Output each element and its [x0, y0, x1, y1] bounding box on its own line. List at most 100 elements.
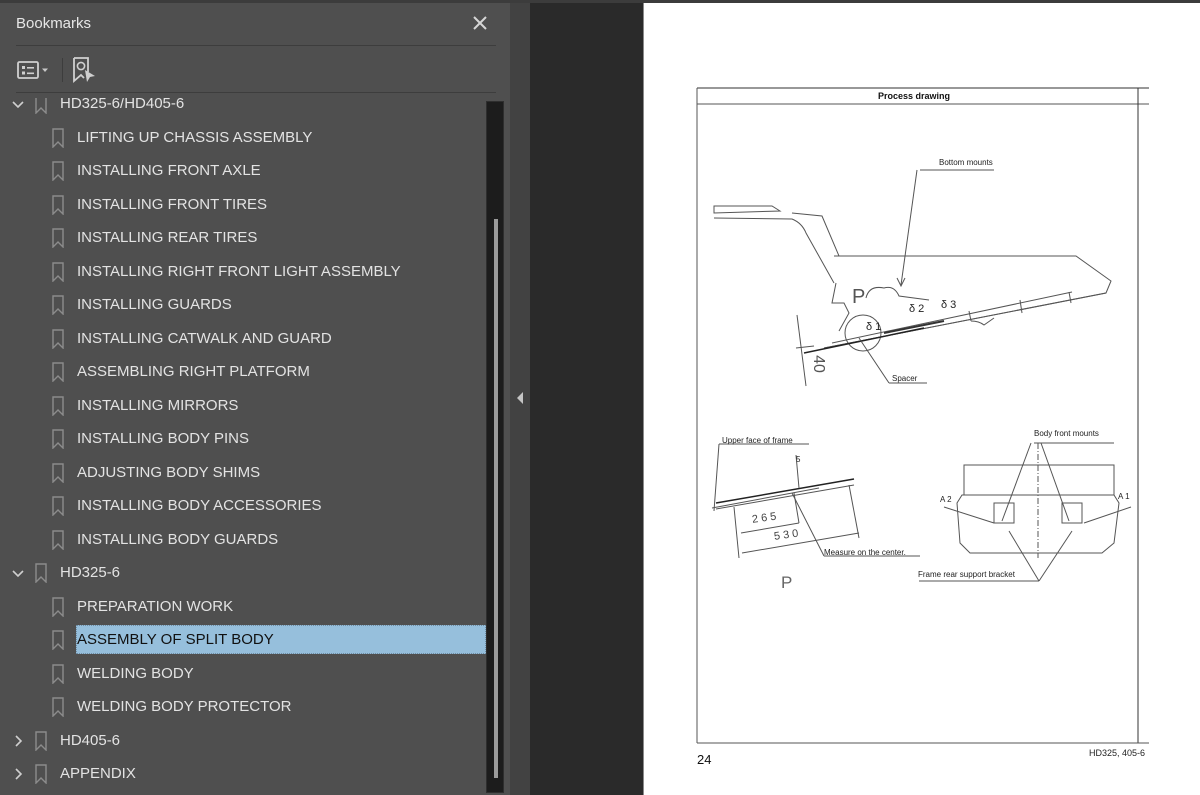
bookmark-icon [35, 764, 47, 784]
bookmark-label: INSTALLING REAR TIRES [77, 229, 258, 246]
bookmarks-scrollbar[interactable] [486, 101, 504, 793]
bookmark-label: INSTALLING BODY ACCESSORIES [77, 497, 322, 514]
label-delta-2: δ 2 [909, 303, 925, 315]
bookmark-item[interactable]: INSTALLING MIRRORS [0, 389, 486, 423]
page-number: 24 [697, 752, 712, 767]
bookmark-label: APPENDIX [60, 765, 136, 782]
bookmark-group[interactable]: APPENDIX [0, 757, 486, 791]
label-a2: A 2 [940, 495, 952, 504]
bookmark-icon [52, 161, 64, 181]
bookmark-label: ASSEMBLY OF SPLIT BODY [76, 625, 486, 654]
label-view-p: P [781, 573, 793, 592]
bookmark-item[interactable]: PREPARATION WORK [0, 590, 486, 624]
bookmark-group[interactable]: HD405-6 [0, 724, 486, 758]
bookmark-icon [52, 228, 64, 248]
label-delta-3: δ 3 [941, 299, 957, 311]
label-measure-on-center: Measure on the center. [824, 548, 906, 557]
find-current-bookmark-button[interactable] [71, 55, 99, 85]
label-dim-40: 40 [809, 355, 827, 373]
bookmark-icon [52, 295, 64, 315]
bookmark-label: HD325-6 [60, 564, 121, 581]
bookmark-icon [52, 328, 64, 349]
bookmark-label: INSTALLING CATWALK AND GUARD [77, 329, 332, 347]
bookmarks-panel: Bookmarks HD325-6/HD405-6 LIFTING UP CHAS… [0, 3, 510, 795]
bookmark-icon [52, 697, 64, 717]
bookmark-icon [52, 462, 64, 483]
bookmark-label: INSTALLING FRONT AXLE [77, 162, 261, 179]
bookmark-icon [35, 730, 47, 751]
toolbar-divider-line [16, 92, 496, 93]
bookmark-item[interactable]: INSTALLING FRONT AXLE [0, 154, 486, 188]
label-upper-face-of-frame: Upper face of frame [722, 436, 793, 445]
bookmark-item[interactable]: INSTALLING BODY ACCESSORIES [0, 489, 486, 523]
bookmark-item[interactable]: WELDING BODY PROTECTOR [0, 690, 486, 724]
model-code: HD325, 405-6 [1089, 748, 1146, 758]
bookmark-options-icon [17, 61, 48, 79]
label-a1: A 1 [1118, 492, 1130, 501]
label-p-mark: P [852, 286, 866, 308]
bookmark-item[interactable]: INSTALLING BODY PINS [0, 422, 486, 456]
bookmark-item[interactable]: INSTALLING CATWALK AND GUARD [0, 322, 486, 356]
frame-detail-view [711, 443, 920, 559]
chevron-down-icon[interactable] [11, 566, 25, 580]
panel-splitter[interactable] [510, 3, 530, 795]
document-viewer[interactable]: Process drawing Bottom mounts P δ 1 δ 2 … [530, 3, 1200, 795]
bookmark-item[interactable]: INSTALLING FRONT TIRES [0, 188, 486, 222]
chevron-right-icon[interactable] [11, 767, 25, 781]
bookmark-label: PREPARATION WORK [77, 597, 234, 615]
bookmark-item[interactable]: INSTALLING REAR TIRES [0, 221, 486, 255]
label-dim-5: 5 [796, 455, 801, 464]
bookmark-icon [35, 563, 47, 583]
label-frame-rear-support-bracket: Frame rear support bracket [918, 570, 1015, 579]
close-panel-button[interactable] [470, 13, 490, 33]
bookmark-label: INSTALLING GUARDS [77, 296, 232, 313]
bookmark-icon [52, 395, 64, 416]
bookmark-item[interactable]: ASSEMBLY OF SPLIT BODY [0, 623, 486, 657]
bookmark-label: HD325-6/HD405-6 [60, 98, 185, 112]
bookmark-icon [52, 194, 64, 215]
bookmark-item[interactable]: ASSEMBLING RIGHT PLATFORM [0, 355, 486, 389]
toolbar-divider [62, 58, 63, 82]
bookmark-icon [52, 127, 64, 148]
bookmark-icon [52, 429, 64, 449]
panel-title: Bookmarks [16, 15, 92, 32]
collapse-panel-button[interactable] [514, 386, 526, 410]
find-current-bookmark-icon [73, 57, 95, 83]
document-page: Process drawing Bottom mounts P δ 1 δ 2 … [643, 3, 1200, 795]
bookmark-label: INSTALLING MIRRORS [77, 396, 239, 414]
bookmark-item[interactable]: INSTALLING RIGHT FRONT LIGHT ASSEMBLY [0, 255, 486, 289]
bookmark-item[interactable]: ADJUSTING BODY SHIMS [0, 456, 486, 490]
triangle-left-icon [517, 392, 523, 404]
label-body-front-mounts: Body front mounts [1034, 429, 1099, 438]
bookmark-group[interactable]: HD325-6/HD405-6 [0, 98, 486, 121]
header-divider [16, 45, 496, 46]
label-spacer: Spacer [892, 374, 918, 383]
bookmark-item[interactable]: LIFTING UP CHASSIS ASSEMBLY [0, 121, 486, 155]
label-delta-1: δ 1 [866, 321, 882, 333]
bookmark-item[interactable]: INSTALLING BODY GUARDS [0, 523, 486, 557]
rear-view [919, 442, 1132, 582]
scrollbar-thumb[interactable] [494, 219, 498, 779]
bookmark-icon [35, 98, 47, 114]
bookmark-icon [52, 663, 64, 684]
bookmark-label: ASSEMBLING RIGHT PLATFORM [77, 363, 310, 380]
bookmark-group[interactable]: HD325-6 [0, 556, 486, 590]
bookmark-icon [52, 261, 64, 282]
bookmark-tree: HD325-6/HD405-6 LIFTING UP CHASSIS ASSEMB… [0, 98, 486, 795]
chevron-right-icon[interactable] [11, 734, 25, 748]
close-icon [473, 16, 487, 30]
body-side-view [713, 169, 1112, 387]
bookmark-label: ADJUSTING BODY SHIMS [77, 463, 261, 481]
bookmark-label: HD405-6 [60, 731, 121, 749]
process-drawing [696, 87, 1149, 744]
bookmark-label: WELDING BODY [77, 664, 194, 682]
bookmark-label: INSTALLING FRONT TIRES [77, 195, 268, 213]
bookmark-item[interactable]: INSTALLING GUARDS [0, 288, 486, 322]
bookmark-label: INSTALLING BODY GUARDS [77, 530, 279, 548]
bookmark-label: INSTALLING BODY PINS [77, 430, 249, 447]
bookmark-label: LIFTING UP CHASSIS ASSEMBLY [77, 128, 313, 146]
chevron-down-icon[interactable] [11, 98, 25, 111]
bookmark-label: INSTALLING RIGHT FRONT LIGHT ASSEMBLY [77, 262, 401, 280]
bookmark-options-button[interactable] [16, 55, 56, 85]
bookmark-item[interactable]: WELDING BODY [0, 657, 486, 691]
